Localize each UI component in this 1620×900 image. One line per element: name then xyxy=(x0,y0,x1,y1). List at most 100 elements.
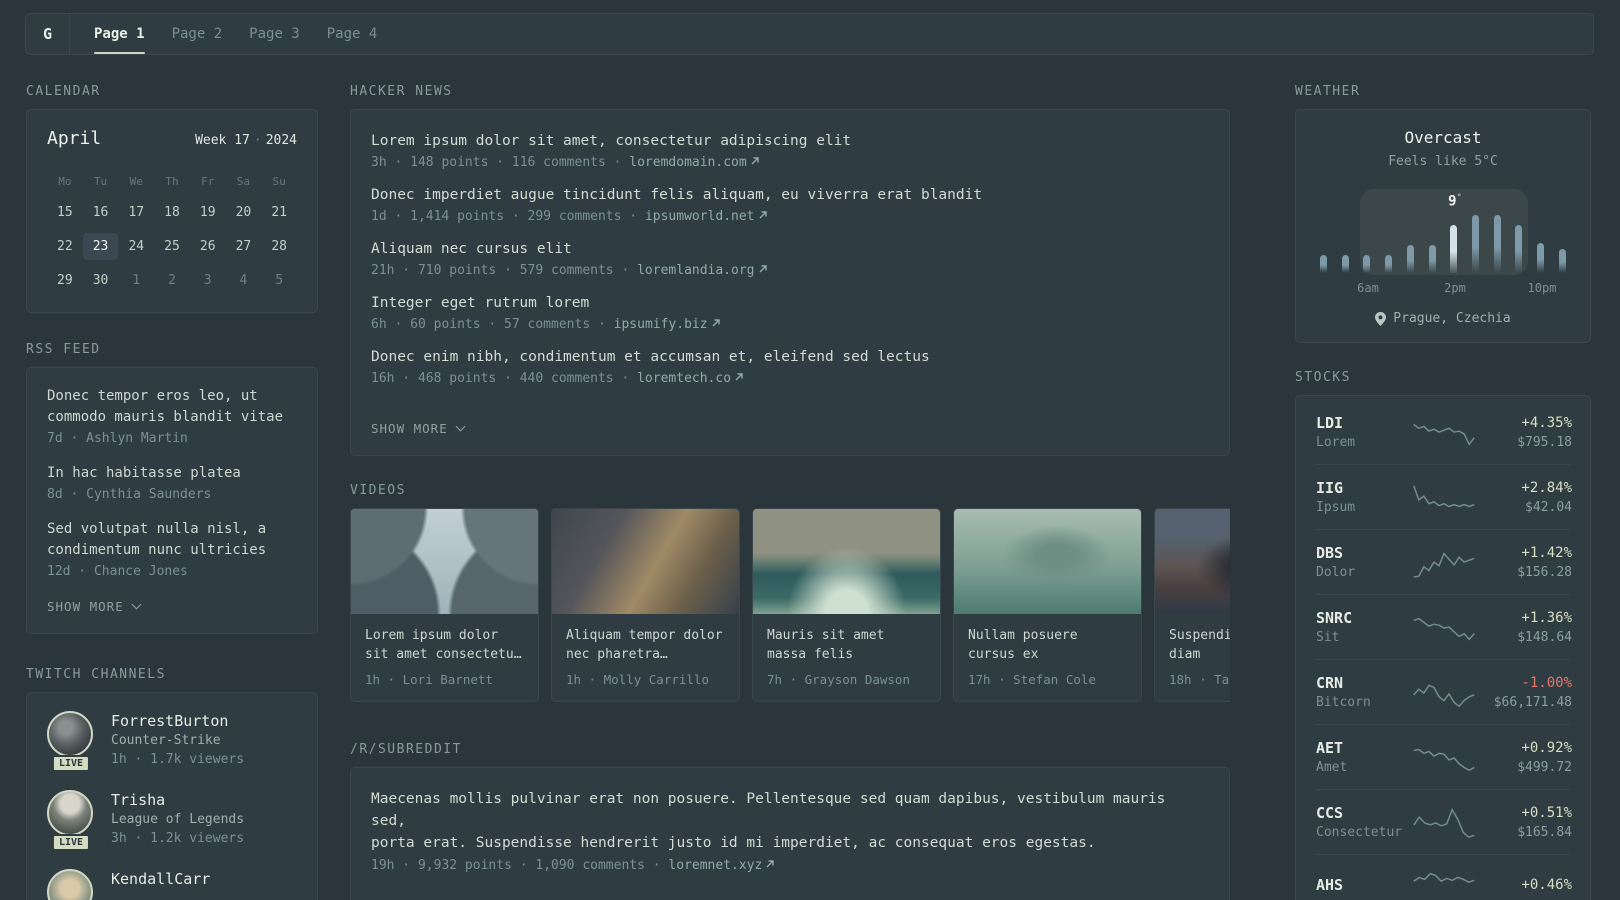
channel-game[interactable]: Counter-Strike xyxy=(111,731,244,750)
video-title[interactable]: Mauris sit amet massa felis xyxy=(767,626,926,664)
hour-label: 10pm xyxy=(1527,281,1557,295)
calendar-day-next-month: 5 xyxy=(275,273,284,288)
hn-item-meta: 6h · 60 points · 57 comments · ipsumify.… xyxy=(371,317,1209,332)
hn-item-domain-link[interactable]: ipsumworld.net xyxy=(645,209,755,224)
hn-item-meta: 16h · 468 points · 440 comments · loremt… xyxy=(371,371,1209,386)
stock-price: $499.72 xyxy=(1517,760,1572,775)
left-column: CALENDAR April Week 17 · 2024 Mo Tu We Th … xyxy=(26,84,318,900)
video-card[interactable]: Suspendisdiam 18h · Tara xyxy=(1154,508,1230,702)
weather-bars xyxy=(1320,215,1566,273)
twitch-channel[interactable]: LIVE Trisha League of Legends 3h · 1.2k … xyxy=(47,790,297,851)
hn-item: Integer eget rutrum lorem 6h · 60 points… xyxy=(371,293,1209,332)
twitch-channel[interactable]: KendallCarr xyxy=(47,869,297,900)
video-card[interactable]: Mauris sit amet massa felis 7h · Grayson … xyxy=(752,508,941,702)
weather-location[interactable]: Prague, Czechia xyxy=(1316,311,1570,326)
rss-item-title[interactable]: Sed volutpat nulla nisl, a condimentum n… xyxy=(47,519,297,561)
video-title[interactable]: Nullam posuere cursus ex xyxy=(968,626,1127,664)
top-navigation-bar: G Page 1 Page 2 Page 3 Page 4 xyxy=(25,13,1594,55)
weather-bar xyxy=(1515,225,1523,273)
external-link-icon xyxy=(758,263,768,278)
tab-page-1[interactable]: Page 1 xyxy=(94,14,145,54)
stock-row[interactable]: DBS Dolor +1.42% $156.28 xyxy=(1316,529,1572,594)
hn-show-more-button[interactable]: SHOW MORE xyxy=(371,421,466,436)
video-thumbnail[interactable] xyxy=(753,509,940,614)
video-card[interactable]: Aliquam tempor dolor nec pharetra… 1h · M… xyxy=(551,508,740,702)
stock-row[interactable]: AET Amet +0.92% $499.72 xyxy=(1316,724,1572,789)
stock-row[interactable]: CRN Bitcorn -1.00% $66,171.48 xyxy=(1316,659,1572,724)
hn-item-title[interactable]: Aliquam nec cursus elit xyxy=(371,239,1209,260)
video-title[interactable]: Lorem ipsum dolor sit amet consectetu… xyxy=(365,626,524,664)
chevron-down-icon xyxy=(131,599,142,610)
channel-name[interactable]: Trisha xyxy=(111,790,244,810)
calendar-separator: · xyxy=(253,133,262,148)
twitch-widget: LIVE ForrestBurton Counter-Strike 1h · 1… xyxy=(26,692,318,900)
rss-item-meta: 12d · Chance Jones xyxy=(47,564,188,579)
map-pin-icon xyxy=(1375,311,1387,326)
video-thumbnail[interactable] xyxy=(552,509,739,614)
stock-symbol: CRN xyxy=(1316,674,1344,692)
weather-bar xyxy=(1385,255,1393,273)
video-title[interactable]: Aliquam tempor dolor nec pharetra… xyxy=(566,626,725,664)
weather-widget: Overcast Feels like 5°C 9° 6am 2pm 10pm … xyxy=(1295,109,1591,343)
twitch-channel[interactable]: LIVE ForrestBurton Counter-Strike 1h · 1… xyxy=(47,711,297,772)
video-title[interactable]: Suspendisdiam xyxy=(1169,626,1230,664)
rss-item: Sed volutpat nulla nisl, a condimentum n… xyxy=(47,519,297,579)
rss-show-more-button[interactable]: SHOW MORE xyxy=(47,599,142,614)
weather-bar xyxy=(1493,215,1501,273)
video-thumbnail[interactable] xyxy=(954,509,1141,614)
tab-page-3[interactable]: Page 3 xyxy=(249,14,300,54)
stock-sparkline xyxy=(1413,872,1475,883)
weather-feels-like: Feels like 5°C xyxy=(1388,154,1498,169)
weather-bar xyxy=(1450,225,1458,273)
hour-label: 2pm xyxy=(1444,281,1466,295)
channel-game[interactable]: League of Legends xyxy=(111,810,244,829)
rss-item-title[interactable]: Donec tempor eros leo, ut commodo mauris… xyxy=(47,386,297,428)
stock-price: $66,171.48 xyxy=(1493,695,1572,710)
subreddit-domain-link[interactable]: loremnet.xyz xyxy=(668,858,762,873)
video-thumbnail[interactable] xyxy=(1155,509,1230,614)
hn-item: Aliquam nec cursus elit 21h · 710 points… xyxy=(371,239,1209,278)
hacker-news-section-title: HACKER NEWS xyxy=(350,84,453,99)
weather-bar xyxy=(1341,255,1349,273)
hn-item-title[interactable]: Integer eget rutrum lorem xyxy=(371,293,1209,314)
hn-item-domain-link[interactable]: loremtech.co xyxy=(637,371,731,386)
stock-row[interactable]: IIG Ipsum +2.84% $42.04 xyxy=(1316,464,1572,529)
hn-meta-text: 21h · 710 points · 579 comments · xyxy=(371,263,638,278)
subreddit-section-title: /R/SUBREDDIT xyxy=(350,742,462,757)
weather-condition: Overcast xyxy=(1404,128,1482,147)
video-card[interactable]: Lorem ipsum dolor sit amet consectetu… 1h… xyxy=(350,508,539,702)
hn-item-title[interactable]: Donec imperdiet augue tincidunt felis al… xyxy=(371,185,1209,206)
app-logo[interactable]: G xyxy=(26,14,70,54)
rss-item-meta: 7d · Ashlyn Martin xyxy=(47,431,188,446)
subreddit-meta-text: 19h · 9,932 points · 1,090 comments · xyxy=(371,858,669,873)
stock-row[interactable]: LDI Lorem +4.35% $795.18 xyxy=(1316,400,1572,464)
hn-item-domain-link[interactable]: ipsumify.biz xyxy=(614,317,708,332)
subreddit-post-title[interactable]: Maecenas mollis pulvinar erat non posuer… xyxy=(371,788,1209,854)
hn-item-title[interactable]: Donec enim nibh, condimentum et accumsan… xyxy=(371,347,1209,368)
calendar-day: 26 xyxy=(199,239,216,254)
hour-label: 6am xyxy=(1357,281,1379,295)
video-card[interactable]: Nullam posuere cursus ex 17h · Stefan Col… xyxy=(953,508,1142,702)
rss-item-title[interactable]: In hac habitasse platea xyxy=(47,463,297,484)
channel-avatar-image xyxy=(47,869,93,900)
tab-page-2[interactable]: Page 2 xyxy=(172,14,223,54)
stock-symbol: CCS xyxy=(1316,804,1344,822)
chevron-down-icon xyxy=(455,421,466,432)
stock-row[interactable]: AHS +0.46% xyxy=(1316,854,1572,900)
stock-name: Lorem xyxy=(1316,435,1356,450)
middle-column: HACKER NEWS Lorem ipsum dolor sit amet, … xyxy=(350,84,1230,900)
calendar-month[interactable]: April xyxy=(47,128,101,149)
weather-location-label: Prague, Czechia xyxy=(1393,311,1511,326)
tab-page-4[interactable]: Page 4 xyxy=(327,14,378,54)
video-thumbnail[interactable] xyxy=(351,509,538,614)
stock-row[interactable]: CCS Consectetur +0.51% $165.84 xyxy=(1316,789,1572,854)
hn-item-domain-link[interactable]: loremlandia.org xyxy=(637,263,754,278)
hn-item-title[interactable]: Lorem ipsum dolor sit amet, consectetur … xyxy=(371,131,1209,152)
channel-name[interactable]: KendallCarr xyxy=(111,869,210,889)
hn-item: Donec imperdiet augue tincidunt felis al… xyxy=(371,185,1209,224)
hn-item-domain-link[interactable]: loremdomain.com xyxy=(629,155,746,170)
channel-name[interactable]: ForrestBurton xyxy=(111,711,244,731)
stock-row[interactable]: SNRC Sit +1.36% $148.64 xyxy=(1316,594,1572,659)
calendar-day: 20 xyxy=(235,205,252,220)
stock-name: Amet xyxy=(1316,760,1348,775)
